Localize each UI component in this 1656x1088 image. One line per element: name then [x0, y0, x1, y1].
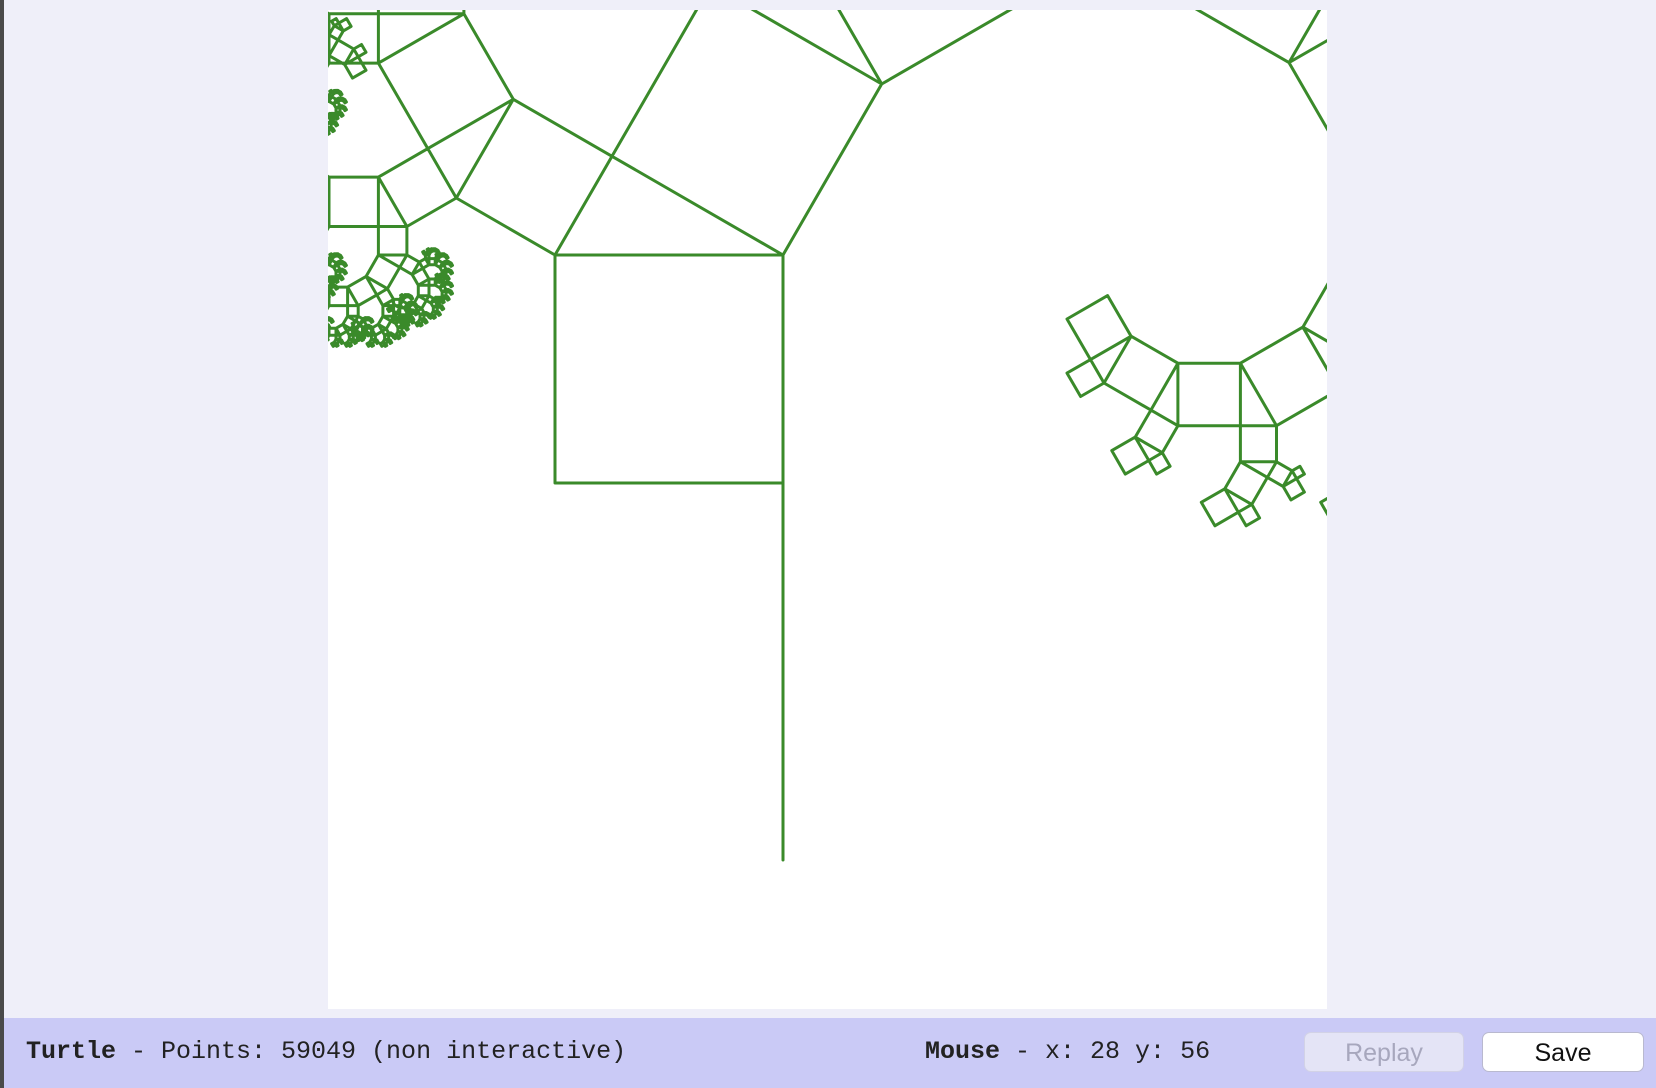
fractal-path — [328, 10, 1327, 862]
save-button[interactable]: Save — [1482, 1032, 1644, 1072]
mouse-readout: Mouse - x: 28 y: 56 — [925, 1018, 1210, 1088]
window-edge — [0, 0, 4, 1088]
replay-button[interactable]: Replay — [1304, 1032, 1464, 1072]
turtle-canvas[interactable] — [328, 10, 1327, 1009]
app-name: Turtle — [26, 1037, 117, 1066]
fractal-drawing — [328, 10, 1327, 862]
mouse-x-value: 28 — [1090, 1037, 1121, 1066]
points-count: - Points: 59049 (non interactive) — [116, 1037, 627, 1066]
mouse-x-label: - x: — [1000, 1037, 1091, 1066]
mouse-y-label: y: — [1120, 1037, 1181, 1066]
mouse-label: Mouse — [925, 1037, 1001, 1066]
status-bar: Turtle - Points: 59049 (non interactive)… — [4, 1018, 1656, 1088]
status-info: Turtle - Points: 59049 (non interactive) — [26, 1018, 626, 1088]
mouse-y-value: 56 — [1180, 1037, 1211, 1066]
